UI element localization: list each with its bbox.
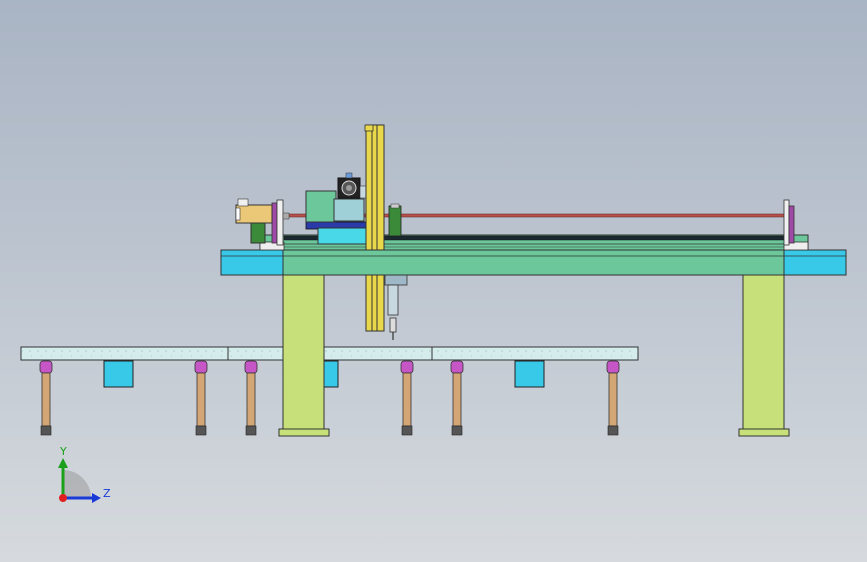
y-axis-arrow [58, 458, 68, 468]
triad-quadrant [63, 470, 91, 498]
table-leg [194, 360, 208, 436]
gantry-model: Y Z [20, 124, 847, 503]
table-leg [400, 360, 414, 436]
pillar-left-foot [278, 428, 330, 437]
table-leg [606, 360, 620, 436]
table-leg [244, 360, 258, 436]
y-axis-label: Y [59, 445, 67, 458]
table-leg [450, 360, 464, 436]
beam-end-left [220, 249, 284, 276]
beam-center [282, 249, 785, 276]
z-axis-label: Z [103, 487, 111, 500]
table-bracket-2 [322, 360, 339, 388]
pillar-right-foot [738, 428, 790, 437]
gantry-beam [220, 234, 847, 276]
table-bracket-1 [103, 360, 134, 388]
left-end-assembly [235, 198, 290, 251]
motor-housing [235, 204, 273, 224]
triad-origin [59, 494, 67, 502]
table-top-2 [227, 346, 433, 361]
beam-end-right [783, 249, 847, 276]
table-bracket-3 [514, 360, 545, 388]
motor-body [250, 222, 266, 244]
table-top-3 [431, 346, 639, 361]
pillar-left [282, 274, 325, 431]
coordinate-triad: Y Z [58, 445, 111, 503]
z-axis-arrow [92, 493, 101, 503]
table-top-1 [20, 346, 229, 361]
conveyor-tables [20, 346, 639, 388]
carriage [305, 172, 402, 245]
right-end-assembly [783, 199, 809, 251]
cad-viewport[interactable]: Y Z [0, 0, 867, 562]
z-column-upper [364, 124, 385, 251]
z-column-lower [365, 273, 408, 340]
pillar-right [742, 274, 785, 431]
table-leg [39, 360, 53, 436]
